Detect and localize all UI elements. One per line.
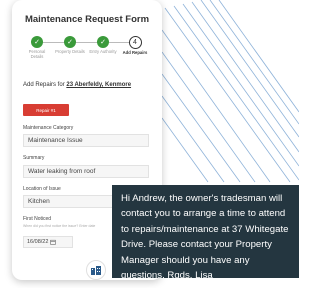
first-noticed-date-input[interactable]: 16/08/22 [23, 236, 73, 248]
check-icon: ✓ [31, 36, 43, 48]
calendar-icon[interactable] [50, 239, 57, 245]
building-icon [86, 260, 106, 280]
property-address-link[interactable]: 23 Aberfeldy, Kenmore [66, 82, 131, 88]
step-entry-authority[interactable]: ✓ Entry Authority [88, 36, 118, 55]
step-label: Entry Authority [89, 49, 117, 54]
step-label: Personal Details [28, 49, 46, 59]
step-label: Property Details [55, 49, 85, 54]
location-label: Location of Issue [23, 186, 61, 192]
summary-input[interactable]: Water leaking from roof [23, 165, 149, 178]
message-bubble: Hi Andrew, the owner's tradesman will co… [112, 185, 299, 282]
add-repairs-heading: Add Repairs for 23 Aberfeldy, Kenmore [23, 82, 153, 90]
step-number: 4 [128, 36, 142, 49]
message-text: Hi Andrew, the owner's tradesman will co… [121, 193, 289, 282]
category-label: Maintenance Category [23, 125, 74, 131]
step-add-repairs[interactable]: 4 Add Repairs [120, 36, 150, 56]
first-noticed-label: First Noticed [23, 216, 52, 222]
repair-tab-button[interactable]: Repair #1 [23, 104, 69, 116]
step-property-details[interactable]: ✓ Property Details [55, 36, 85, 55]
form-title: Maintenance Request Form [24, 14, 150, 25]
step-label: Add Repairs [122, 50, 148, 55]
summary-label: Summary [23, 155, 45, 161]
check-icon: ✓ [64, 36, 76, 48]
first-noticed-hint: When did you first notice the issue? Ent… [23, 224, 96, 228]
progress-steps: ✓ Personal Details ✓ Property Details ✓ … [12, 36, 162, 68]
first-noticed-value: 16/08/22 [27, 239, 49, 245]
check-icon: ✓ [97, 36, 109, 48]
step-personal-details[interactable]: ✓ Personal Details [22, 36, 52, 60]
add-repairs-prefix: Add Repairs for [23, 82, 65, 88]
category-select[interactable]: Maintenance Issue [23, 134, 149, 147]
